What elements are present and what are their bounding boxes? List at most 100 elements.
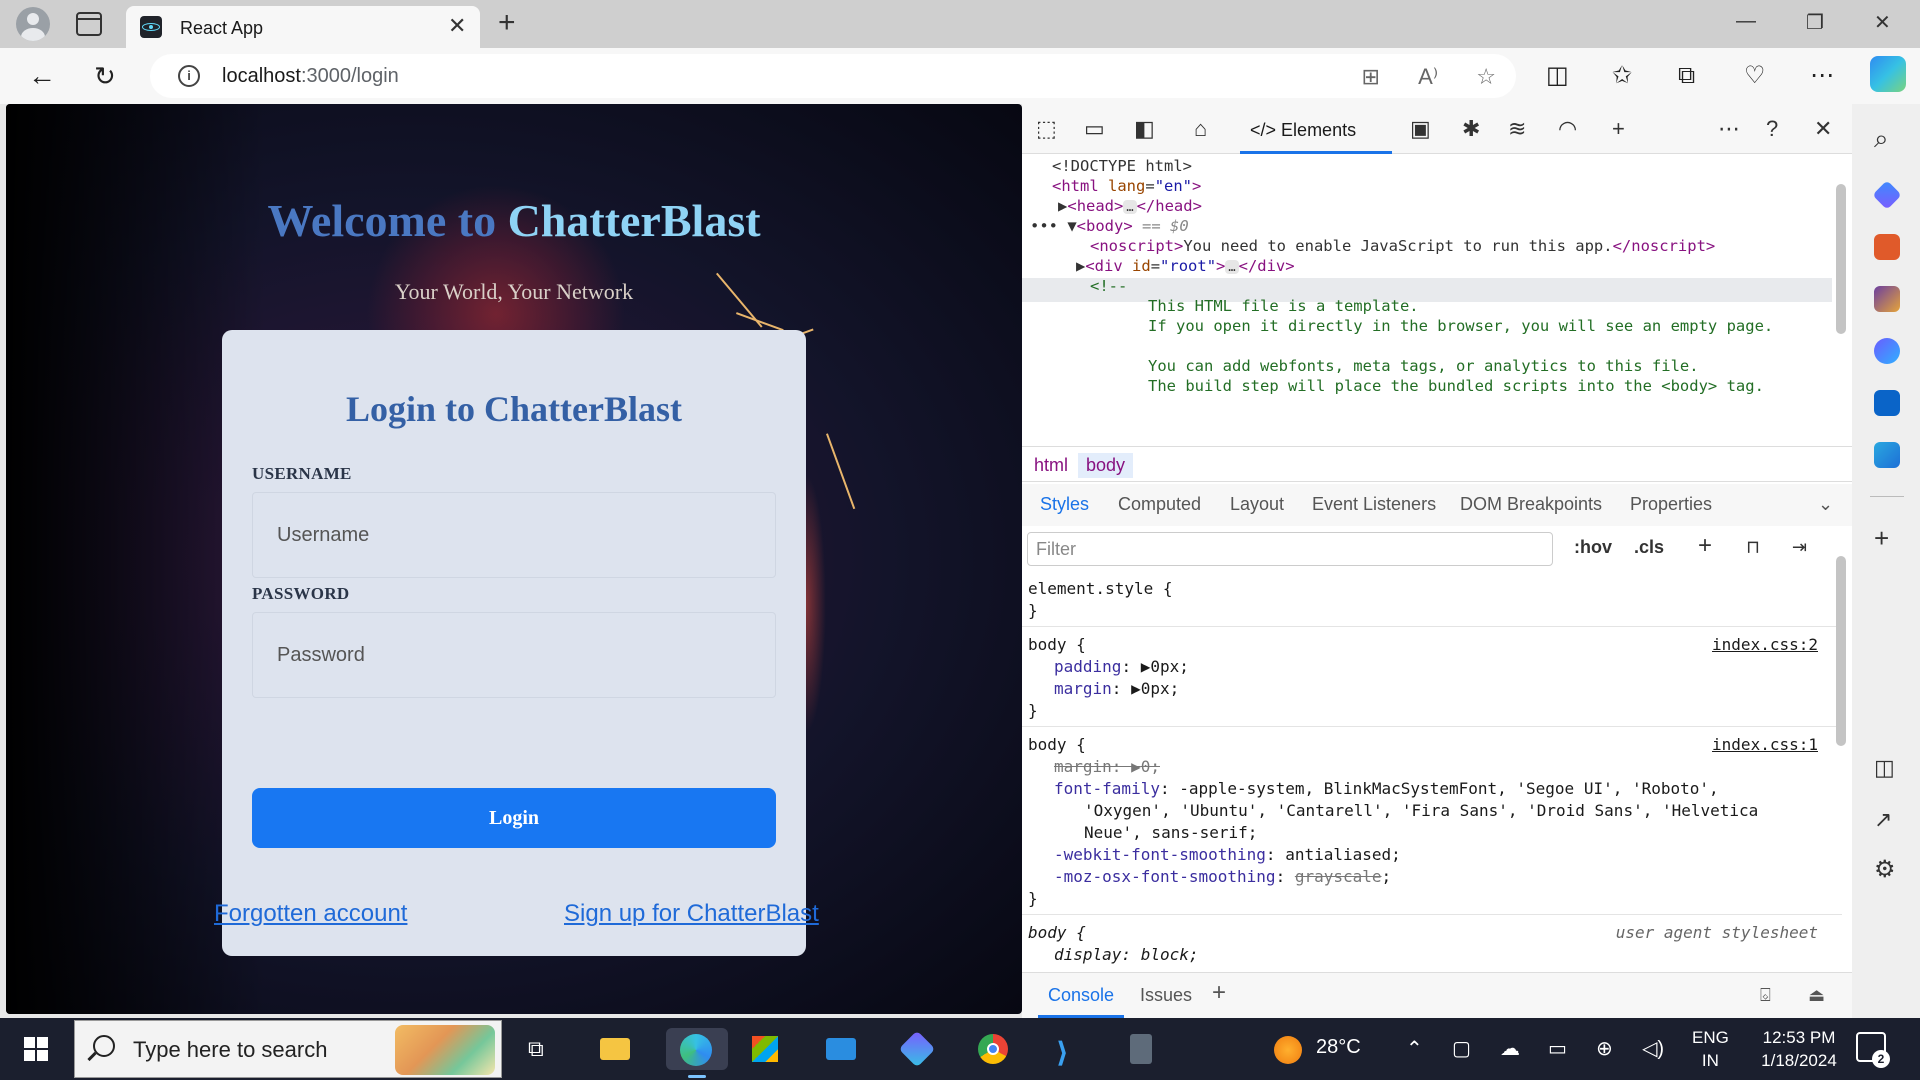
- volume-icon[interactable]: ◁): [1642, 1036, 1664, 1061]
- help-icon[interactable]: ?: [1766, 116, 1778, 142]
- network-wifi-icon[interactable]: ≋: [1508, 116, 1526, 142]
- hide-sidebar-icon[interactable]: ◫: [1874, 754, 1895, 782]
- notification-center-icon[interactable]: 2: [1856, 1032, 1890, 1068]
- edge-taskbar-icon[interactable]: [666, 1028, 728, 1078]
- url-text[interactable]: localhost:3000/login: [222, 65, 399, 88]
- hover-state-toggle[interactable]: :hov: [1574, 537, 1612, 558]
- close-devtools-icon[interactable]: ✕: [1814, 116, 1832, 142]
- device-emulation-icon[interactable]: ▭: [1084, 116, 1105, 142]
- rule-selector[interactable]: body {: [1028, 734, 1086, 756]
- username-input[interactable]: [252, 492, 776, 578]
- dock-drawer-icon[interactable]: ⌺: [1760, 985, 1771, 1006]
- chevron-down-icon[interactable]: ⌄: [1818, 494, 1833, 515]
- css-property[interactable]: padding: ▶0px;: [1054, 656, 1189, 678]
- dom-comment-line[interactable]: If you open it directly in the browser, …: [1148, 314, 1773, 339]
- microsoft-365-icon[interactable]: [1874, 338, 1900, 364]
- inspect-element-icon[interactable]: ⬚: [1036, 116, 1057, 142]
- search-icon[interactable]: ⌕: [1874, 124, 1889, 152]
- weather-temp[interactable]: 28°C: [1316, 1036, 1361, 1059]
- source-link-index-css-1[interactable]: index.css:1: [1712, 734, 1818, 756]
- chevron-up-icon[interactable]: ⌃: [1406, 1036, 1423, 1061]
- dom-comment-open[interactable]: <!--: [1090, 274, 1127, 299]
- styles-filter-input[interactable]: [1027, 532, 1553, 566]
- more-menu-icon[interactable]: ⋯: [1810, 60, 1834, 92]
- back-icon[interactable]: ←: [28, 60, 56, 92]
- split-screen-icon[interactable]: ◫: [1546, 60, 1569, 92]
- login-button[interactable]: Login: [252, 788, 776, 848]
- copilot-taskbar-icon[interactable]: [896, 1028, 938, 1070]
- rule-selector[interactable]: body {: [1028, 634, 1086, 656]
- paint-brush-icon[interactable]: ⊓: [1746, 537, 1760, 558]
- copilot-icon[interactable]: [1870, 56, 1906, 92]
- tab-elements[interactable]: </> Elements: [1240, 108, 1392, 154]
- file-explorer-icon[interactable]: [594, 1028, 636, 1070]
- css-property[interactable]: display: block;: [1054, 944, 1199, 966]
- clock[interactable]: 12:53 PM 1/18/2024: [1744, 1026, 1854, 1072]
- tab-console[interactable]: Console: [1037, 985, 1125, 1018]
- tab-dom-breakpoints[interactable]: DOM Breakpoints: [1460, 494, 1602, 515]
- address-bar[interactable]: i localhost:3000/login ⊞ A⁾ ☆: [150, 54, 1516, 98]
- tab-react-app[interactable]: React App ✕: [126, 6, 480, 48]
- element-style-selector[interactable]: element.style {: [1028, 578, 1173, 600]
- games-icon[interactable]: [1874, 286, 1900, 312]
- rule-selector[interactable]: body {: [1028, 922, 1086, 944]
- new-style-rule-icon[interactable]: +: [1698, 532, 1712, 560]
- profile-icon[interactable]: [16, 7, 50, 41]
- minimize-icon[interactable]: —: [1736, 10, 1756, 33]
- forgotten-account-link[interactable]: Forgotten account: [214, 900, 407, 928]
- microsoft-store-icon[interactable]: [744, 1028, 786, 1070]
- dock-side-icon[interactable]: ◧: [1134, 116, 1155, 142]
- css-property[interactable]: -moz-osx-font-smoothing: grayscale;: [1054, 866, 1391, 888]
- weather-sun-icon[interactable]: [1274, 1036, 1302, 1064]
- tools-briefcase-icon[interactable]: [1874, 234, 1900, 260]
- onedrive-cloud-icon[interactable]: ☁: [1500, 1036, 1520, 1061]
- site-info-icon[interactable]: i: [178, 65, 200, 87]
- outlook-icon[interactable]: [1874, 390, 1900, 416]
- tab-layout[interactable]: Layout: [1230, 494, 1284, 515]
- breadcrumb-body[interactable]: body: [1078, 453, 1134, 478]
- tab-properties[interactable]: Properties: [1630, 494, 1712, 515]
- shopping-tag-icon[interactable]: [1872, 180, 1902, 210]
- refresh-icon[interactable]: ↻: [94, 60, 116, 92]
- tab-actions-icon[interactable]: [76, 12, 102, 36]
- dom-comment-line[interactable]: The build step will place the bundled sc…: [1148, 374, 1764, 399]
- dom-scrollbar[interactable]: [1836, 184, 1846, 334]
- close-tab-icon[interactable]: ✕: [448, 14, 466, 38]
- add-drawer-tab-icon[interactable]: +: [1212, 979, 1226, 1007]
- network-globe-icon[interactable]: ⊕: [1596, 1036, 1613, 1061]
- app-available-icon[interactable]: ⊞: [1362, 64, 1380, 89]
- mail-icon[interactable]: [820, 1028, 862, 1070]
- task-view-icon[interactable]: ⧉: [518, 1028, 560, 1070]
- read-aloud-icon[interactable]: A⁾: [1418, 64, 1438, 89]
- new-tab-icon[interactable]: +: [498, 6, 516, 40]
- class-toggle[interactable]: .cls: [1634, 537, 1664, 558]
- close-window-icon[interactable]: ✕: [1874, 10, 1891, 35]
- favorites-icon[interactable]: ✩: [1612, 60, 1632, 92]
- tab-event-listeners[interactable]: Event Listeners: [1312, 494, 1436, 515]
- taskbar-search[interactable]: Type here to search: [74, 1020, 502, 1078]
- restore-icon[interactable]: ❐: [1806, 10, 1824, 35]
- windows-start-icon[interactable]: [24, 1037, 48, 1061]
- password-input[interactable]: [252, 612, 776, 698]
- drop-icon[interactable]: [1874, 442, 1900, 468]
- signup-link[interactable]: Sign up for ChatterBlast: [564, 900, 819, 928]
- source-link-index-css-2[interactable]: index.css:2: [1712, 634, 1818, 656]
- input-language[interactable]: ENG IN: [1692, 1026, 1729, 1072]
- welcome-home-icon[interactable]: ⌂: [1194, 116, 1207, 142]
- console-error-icon[interactable]: ▣: [1410, 116, 1431, 142]
- add-sidebar-app-icon[interactable]: +: [1874, 524, 1889, 552]
- browser-essentials-icon[interactable]: ♡: [1744, 60, 1766, 92]
- performance-icon[interactable]: ◠: [1558, 116, 1577, 142]
- tab-computed[interactable]: Computed: [1118, 494, 1201, 515]
- breadcrumb-html[interactable]: html: [1026, 453, 1076, 478]
- sources-bug-icon[interactable]: ✱: [1462, 116, 1480, 142]
- tab-issues[interactable]: Issues: [1140, 985, 1192, 1006]
- css-property[interactable]: font-family: -apple-system, BlinkMacSyst…: [1054, 778, 1719, 800]
- settings-gear-icon[interactable]: ⚙: [1874, 856, 1896, 884]
- more-tools-plus-icon[interactable]: +: [1612, 116, 1625, 142]
- styles-scrollbar[interactable]: [1836, 556, 1846, 746]
- collapse-drawer-icon[interactable]: ⏏: [1808, 985, 1825, 1006]
- collections-icon[interactable]: ⧉: [1678, 60, 1695, 92]
- toggle-sidebar-icon[interactable]: ⇥: [1792, 537, 1807, 558]
- devtools-more-icon[interactable]: ⋯: [1718, 116, 1740, 142]
